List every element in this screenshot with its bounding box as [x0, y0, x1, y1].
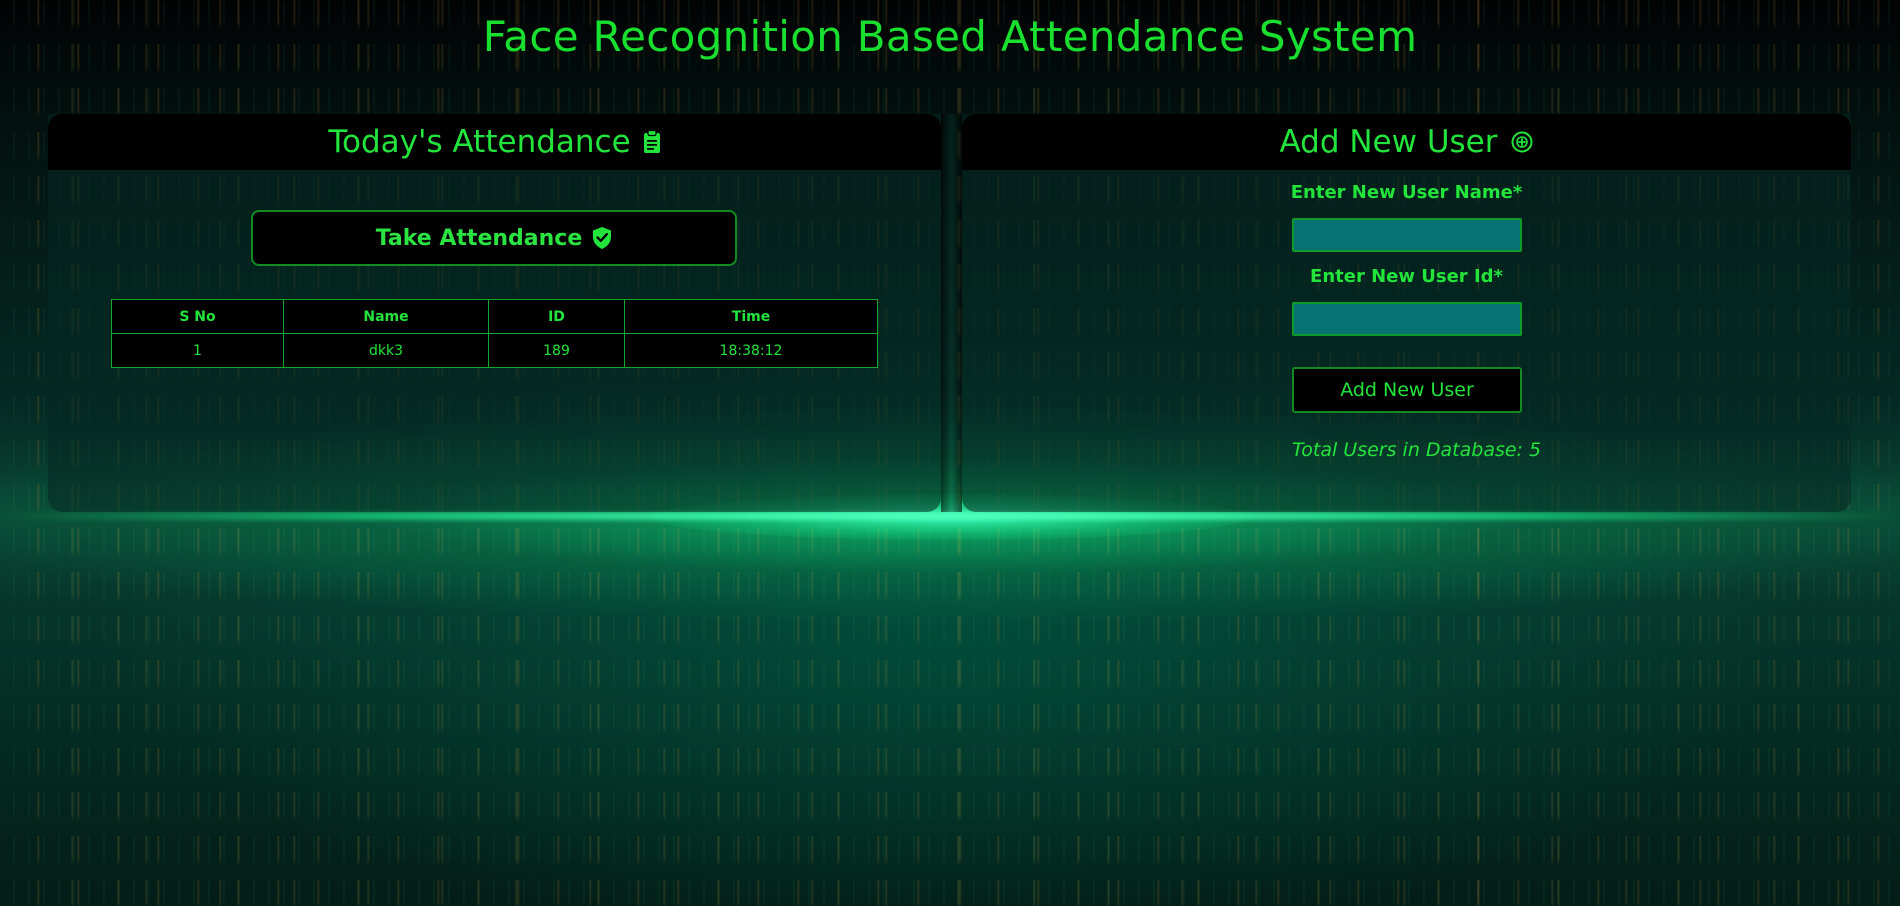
user-id-label: Enter New User Id* — [1310, 266, 1503, 287]
cell-name: dkk3 — [283, 333, 489, 368]
column-header-sno: S No — [111, 299, 284, 334]
attendance-title: Today's Attendance — [328, 124, 631, 160]
attendance-panel: Today's Attendance Take Attendance S No … — [48, 114, 941, 512]
cell-sno: 1 — [111, 333, 284, 368]
cell-id: 189 — [488, 333, 625, 368]
user-name-input[interactable] — [1292, 218, 1522, 252]
horizon-line — [0, 512, 1900, 520]
take-attendance-button[interactable]: Take Attendance — [251, 210, 737, 266]
column-header-id: ID — [488, 299, 625, 334]
add-user-panel-header: Add New User — [962, 114, 1851, 170]
table-row: 1 dkk3 189 18:38:12 — [111, 333, 878, 368]
column-header-name: Name — [283, 299, 489, 334]
plus-circle-icon — [1510, 130, 1534, 154]
attendance-panel-header: Today's Attendance — [48, 114, 941, 170]
user-id-input[interactable] — [1292, 302, 1522, 336]
panel-divider — [941, 114, 962, 512]
clipboard-icon — [643, 130, 661, 154]
cell-time: 18:38:12 — [624, 333, 878, 368]
add-user-panel: Add New User Enter New User Name* Enter … — [962, 114, 1851, 512]
user-name-label: Enter New User Name* — [1290, 182, 1523, 203]
take-attendance-label: Take Attendance — [375, 225, 583, 251]
shield-check-icon — [592, 226, 612, 250]
page-title: Face Recognition Based Attendance System — [482, 12, 1418, 61]
column-header-time: Time — [624, 299, 878, 334]
total-users-text: Total Users in Database: 5 — [1292, 439, 1542, 461]
add-user-title: Add New User — [1279, 124, 1498, 160]
table-header-row: S No Name ID Time — [111, 299, 878, 334]
attendance-table: S No Name ID Time 1 dkk3 189 18:38:12 — [111, 299, 878, 368]
add-new-user-button[interactable]: Add New User — [1292, 367, 1522, 413]
